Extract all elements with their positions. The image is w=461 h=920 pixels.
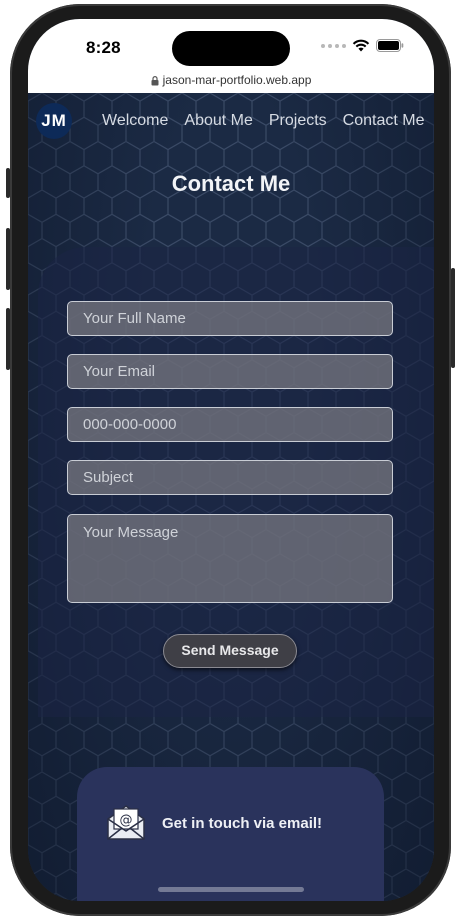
wifi-icon [352,39,370,52]
nav-link-projects[interactable]: Projects [269,112,327,130]
screen: 8:28 jason-mar-portfolio.web.app JM Welc… [28,19,434,901]
battery-icon [376,39,404,52]
dynamic-island [172,31,290,66]
envelope-icon: @ [107,805,145,840]
status-bar: 8:28 [28,19,434,71]
email-input[interactable]: Your Email [67,354,393,389]
send-message-button[interactable]: Send Message [163,634,297,668]
volume-up-button [6,228,10,290]
phone-input[interactable]: 000-000-0000 [67,407,393,442]
nav-link-contact[interactable]: Contact Me [343,112,425,130]
page-title: Contact Me [171,171,291,196]
full-name-input[interactable]: Your Full Name [67,301,393,336]
top-nav: JM Welcome About Me Projects Contact Me [28,93,434,147]
volume-down-button [6,308,10,370]
lock-icon [151,75,159,86]
signal-dots-icon [321,43,346,48]
nav-links: Welcome About Me Projects Contact Me [102,112,424,130]
subject-input[interactable]: Subject [67,460,393,495]
nav-link-about[interactable]: About Me [184,112,252,130]
nav-link-welcome[interactable]: Welcome [102,112,168,130]
power-button [451,268,455,368]
url-text: jason-mar-portfolio.web.app [162,73,312,87]
status-icons [321,39,404,52]
email-cta-text: Get in touch via email! [162,815,323,832]
page-content: JM Welcome About Me Projects Contact Me … [28,93,434,901]
home-indicator[interactable] [158,887,304,892]
email-contact-card[interactable]: @ Get in touch via email! [77,767,384,901]
message-textarea[interactable]: Your Message [67,514,393,603]
site-logo[interactable]: JM [36,103,72,139]
address-bar[interactable]: jason-mar-portfolio.web.app [28,71,434,93]
silent-switch [6,168,10,198]
svg-text:@: @ [120,813,133,828]
status-time: 8:28 [86,38,121,57]
